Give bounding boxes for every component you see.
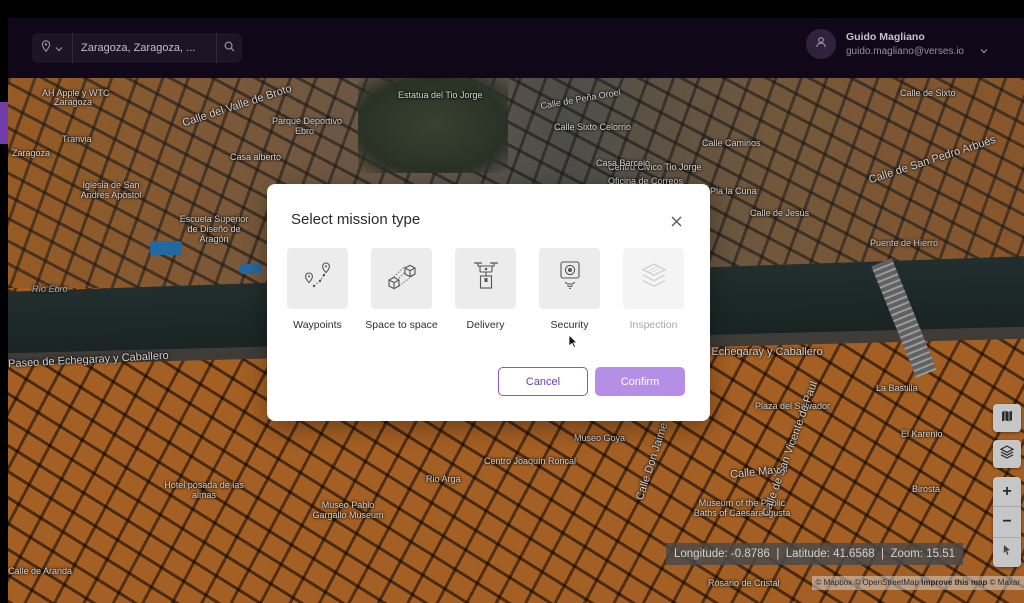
confirm-button[interactable]: Confirm [595,367,685,396]
mission-label: Security [550,319,589,331]
modal-title: Select mission type [291,211,421,228]
mission-type-security[interactable]: Security [539,248,600,333]
waypoints-icon [301,259,335,298]
close-icon [671,214,682,232]
mission-type-waypoints[interactable]: Waypoints [287,248,348,333]
mission-type-delivery[interactable]: Delivery [455,248,516,333]
mission-tile [623,248,684,309]
inspection-layers-icon [637,259,671,298]
mission-label: Space to space [365,319,438,331]
mission-type-inspection: Inspection [623,248,684,333]
mission-type-list: Waypoints Space to space Delivery Securi… [287,248,684,333]
mission-tile[interactable] [455,248,516,309]
close-button[interactable] [669,216,683,230]
security-camera-icon [554,259,586,298]
mouse-cursor-icon [568,334,578,353]
mission-type-space-to-space[interactable]: Space to space [365,248,438,333]
mission-label: Inspection [629,319,678,331]
mission-tile[interactable] [539,248,600,309]
mission-tile[interactable] [287,248,348,309]
cancel-button[interactable]: Cancel [498,367,588,396]
mission-tile[interactable] [371,248,432,309]
delivery-drone-icon [470,259,502,298]
mission-label: Delivery [466,319,505,331]
select-mission-modal: Select mission type Waypoints Space to s… [267,184,710,421]
space-to-space-icon [384,258,420,299]
mission-label: Waypoints [293,319,342,331]
